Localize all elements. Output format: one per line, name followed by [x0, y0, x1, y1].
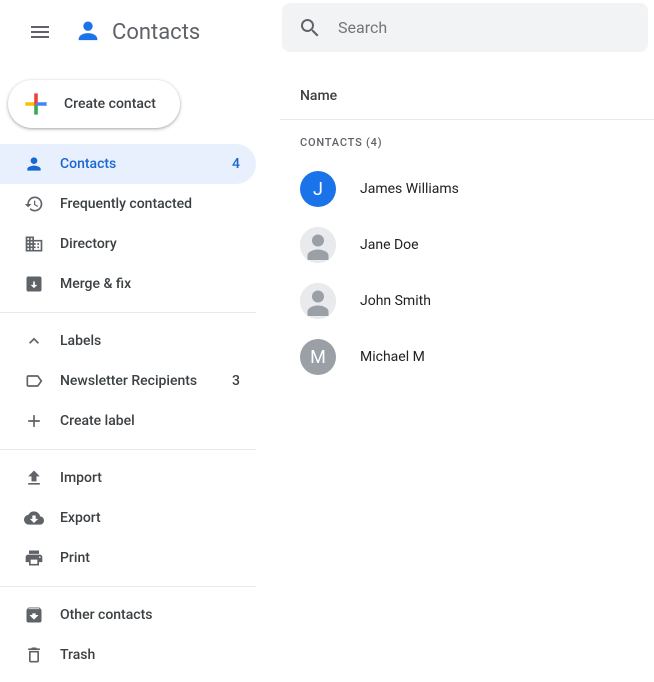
- person-icon: [24, 154, 44, 174]
- sidebar-labels-header[interactable]: Labels: [0, 321, 256, 361]
- avatar-initial: J: [300, 171, 336, 207]
- menu-button[interactable]: [16, 8, 64, 56]
- expand-icon: [24, 331, 44, 351]
- search-box[interactable]: [282, 3, 648, 52]
- contact-name: Michael M: [360, 349, 425, 365]
- nav-label: Frequently contacted: [60, 196, 240, 212]
- sidebar-item-merge-fix[interactable]: Merge & fix: [0, 264, 256, 304]
- contact-row[interactable]: Jane Doe: [280, 217, 654, 273]
- merge-icon: [24, 274, 44, 294]
- contact-row[interactable]: M Michael M: [280, 329, 654, 385]
- sidebar-item-contacts[interactable]: Contacts4: [0, 144, 256, 184]
- column-header-row: Name: [280, 72, 654, 120]
- trash2-icon: [24, 645, 44, 665]
- sidebar-create-label[interactable]: Create label: [0, 401, 256, 441]
- sidebar: Create contact Contacts4 Frequently conta…: [0, 72, 256, 675]
- divider: [0, 312, 256, 313]
- sidebar-item-import[interactable]: Import: [0, 458, 256, 498]
- sidebar-item-directory[interactable]: Directory: [0, 224, 256, 264]
- divider: [0, 449, 256, 450]
- nav-label: Directory: [60, 236, 240, 252]
- create-contact-label: Create contact: [64, 96, 156, 112]
- contact-name: Jane Doe: [360, 237, 419, 253]
- divider: [0, 586, 256, 587]
- app-title: Contacts: [112, 20, 200, 45]
- section-label: Contacts (4): [280, 120, 654, 161]
- column-header-name: Name: [280, 88, 337, 104]
- archive-icon: [24, 605, 44, 625]
- app-logo[interactable]: Contacts: [68, 12, 200, 52]
- upload-icon: [24, 468, 44, 488]
- contacts-logo-icon: [68, 12, 108, 52]
- nav-label: Create label: [60, 413, 240, 429]
- nav-label: Contacts: [60, 156, 232, 172]
- domain-icon: [24, 234, 44, 254]
- print-icon: [24, 548, 44, 568]
- nav-label: Trash: [60, 647, 240, 663]
- history-icon: [24, 194, 44, 214]
- contact-name: James Williams: [360, 181, 459, 197]
- add-icon: [24, 411, 44, 431]
- nav-label: Import: [60, 470, 240, 486]
- nav-label: Export: [60, 510, 240, 526]
- plus-multicolor-icon: [20, 88, 52, 120]
- search-input[interactable]: [338, 18, 632, 37]
- nav-count: 3: [232, 373, 240, 389]
- avatar-image: [300, 283, 336, 319]
- sidebar-item-print[interactable]: Print: [0, 538, 256, 578]
- contact-row[interactable]: John Smith: [280, 273, 654, 329]
- create-contact-button[interactable]: Create contact: [8, 80, 180, 128]
- sidebar-item-other-contacts[interactable]: Other contacts: [0, 595, 256, 635]
- sidebar-item-frequently-contacted[interactable]: Frequently contacted: [0, 184, 256, 224]
- nav-label: Labels: [60, 333, 240, 349]
- contact-name: John Smith: [360, 293, 431, 309]
- nav-label: Merge & fix: [60, 276, 240, 292]
- avatar-initial: M: [300, 339, 336, 375]
- cloud-icon: [24, 508, 44, 528]
- label-icon: [24, 371, 44, 391]
- content-area: Name Contacts (4) J James Williams Jane Do…: [256, 72, 654, 675]
- nav-count: 4: [232, 156, 240, 172]
- avatar-image: [300, 227, 336, 263]
- nav-label: Print: [60, 550, 240, 566]
- nav-label: Newsletter Recipients: [60, 373, 232, 389]
- sidebar-item-trash[interactable]: Trash: [0, 635, 256, 675]
- nav-label: Other contacts: [60, 607, 240, 623]
- contact-row[interactable]: J James Williams: [280, 161, 654, 217]
- sidebar-item-export[interactable]: Export: [0, 498, 256, 538]
- sidebar-label-item[interactable]: Newsletter Recipients3: [0, 361, 256, 401]
- hamburger-icon: [28, 20, 52, 44]
- search-icon: [298, 16, 322, 40]
